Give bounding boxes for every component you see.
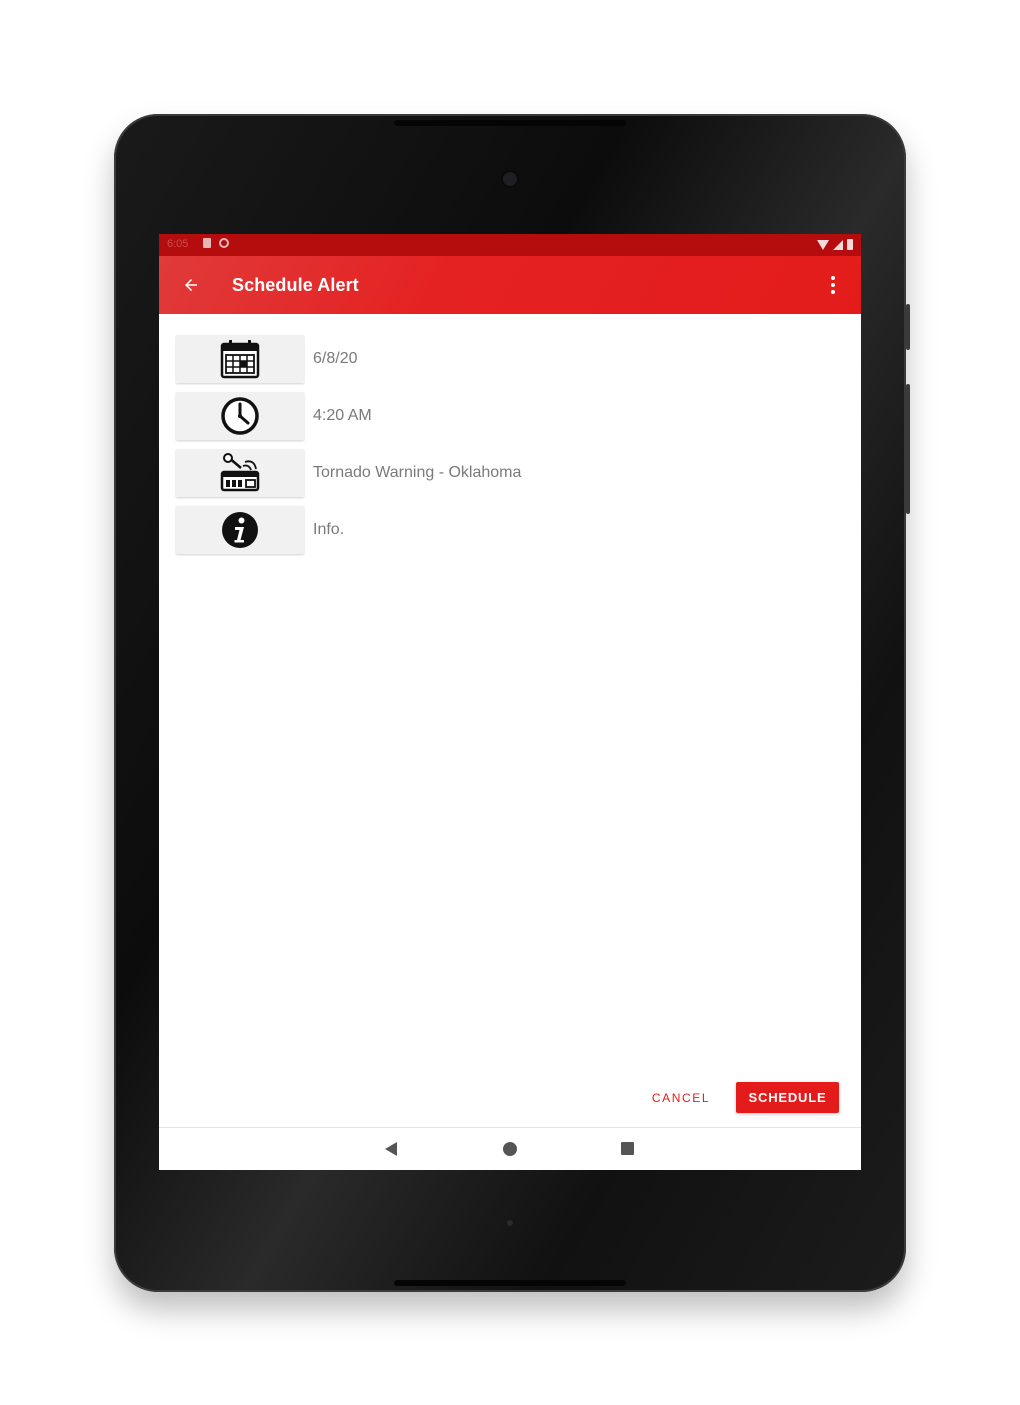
front-camera <box>503 172 517 186</box>
volume-button <box>906 384 910 514</box>
status-bar: 6:05 <box>159 234 861 256</box>
nav-recents-icon[interactable] <box>621 1142 634 1155</box>
more-vert-dot <box>831 290 835 294</box>
back-button[interactable] <box>177 271 205 299</box>
info-icon <box>222 512 258 548</box>
status-time: 6:05 <box>167 238 189 250</box>
date-value: 6/8/20 <box>313 350 358 367</box>
navigation-bar <box>159 1127 861 1170</box>
nav-back-icon[interactable] <box>385 1142 397 1156</box>
info-icon-button[interactable] <box>176 506 304 554</box>
status-right-icons <box>817 239 853 250</box>
sync-icon <box>219 238 229 248</box>
status-left-icons <box>203 238 229 248</box>
info-row[interactable]: Info. <box>176 505 521 555</box>
info-value: Info. <box>313 521 345 538</box>
alert-type-row[interactable]: Tornado Warning - Oklahoma <box>176 448 521 498</box>
nav-home-icon[interactable] <box>503 1142 517 1156</box>
wifi-icon <box>817 239 829 250</box>
more-vert-dot <box>831 283 835 287</box>
page-title: Schedule Alert <box>232 275 359 295</box>
bottom-speaker <box>394 1280 626 1286</box>
schedule-button[interactable]: SCHEDULE <box>736 1082 839 1113</box>
top-speaker <box>394 120 626 126</box>
alert-type-icon-button[interactable] <box>176 449 304 497</box>
app-bar: Schedule Alert <box>159 256 861 314</box>
power-button <box>906 304 910 350</box>
sd-card-icon <box>203 238 211 248</box>
arrow-back-icon <box>185 279 197 291</box>
date-row[interactable]: 6/8/20 <box>176 334 521 384</box>
alert-type-value: Tornado Warning - Oklahoma <box>313 464 522 481</box>
more-options-button[interactable] <box>825 271 841 299</box>
calendar-icon <box>220 340 260 379</box>
battery-icon <box>847 239 853 250</box>
more-vert-icon <box>831 276 835 280</box>
time-value: 4:20 AM <box>313 407 372 424</box>
weather-radio-icon <box>220 453 260 492</box>
alert-fields: 6/8/20 4:20 AM Tornado Warning - Oklahom… <box>176 334 521 562</box>
date-icon-button[interactable] <box>176 335 304 383</box>
time-icon-button[interactable] <box>176 392 304 440</box>
screen: 6:05 Schedule Alert 6/8/20 4:20 AM Torna… <box>159 234 861 1170</box>
cancel-button[interactable]: CANCEL <box>645 1083 717 1113</box>
time-row[interactable]: 4:20 AM <box>176 391 521 441</box>
signal-icon <box>833 239 843 250</box>
microphone <box>507 1220 513 1226</box>
clock-icon <box>221 397 259 435</box>
